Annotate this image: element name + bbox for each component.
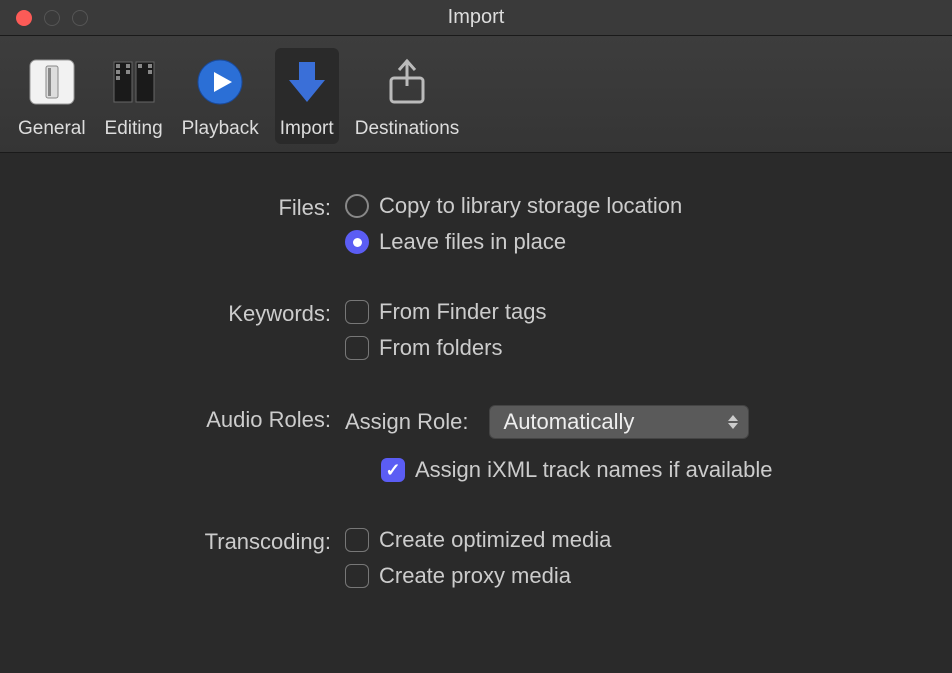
tab-playback[interactable]: Playback	[180, 48, 261, 144]
proxy-media-option[interactable]: Create proxy media	[345, 563, 932, 589]
files-label: Files:	[20, 193, 345, 221]
assign-role-select[interactable]: Automatically	[489, 405, 749, 439]
close-window-button[interactable]	[16, 10, 32, 26]
assign-role-label: Assign Role:	[345, 409, 469, 435]
playback-icon	[190, 52, 250, 112]
keywords-row: Keywords: From Finder tags From folders	[20, 299, 932, 361]
tab-label: General	[18, 118, 86, 140]
transcoding-label: Transcoding:	[20, 527, 345, 555]
assign-role-row: Assign Role: Automatically	[345, 405, 932, 439]
tab-import[interactable]: Import	[275, 48, 339, 144]
minimize-window-button[interactable]	[44, 10, 60, 26]
optimized-media-option[interactable]: Create optimized media	[345, 527, 932, 553]
tab-destinations[interactable]: Destinations	[353, 48, 462, 144]
checkbox-label: Assign iXML track names if available	[415, 457, 772, 483]
toolbar: General Editing	[0, 36, 952, 153]
files-row: Files: Copy to library storage location …	[20, 193, 932, 255]
select-value: Automatically	[504, 409, 635, 435]
destinations-icon	[377, 52, 437, 112]
window-title: Import	[0, 6, 952, 29]
tab-label: Destinations	[355, 118, 460, 140]
audio-roles-row: Audio Roles: Assign Role: Automatically …	[20, 405, 932, 483]
checkbox-icon	[345, 336, 369, 360]
titlebar: Import	[0, 0, 952, 36]
editing-icon	[104, 52, 164, 112]
updown-icon	[728, 415, 738, 429]
zoom-window-button[interactable]	[72, 10, 88, 26]
files-leave-option[interactable]: Leave files in place	[345, 229, 932, 255]
preferences-content: Files: Copy to library storage location …	[0, 153, 952, 673]
files-copy-option[interactable]: Copy to library storage location	[345, 193, 932, 219]
assign-ixml-option[interactable]: Assign iXML track names if available	[381, 457, 932, 483]
import-icon	[277, 52, 337, 112]
tab-general[interactable]: General	[16, 48, 88, 144]
checkbox-label: Create optimized media	[379, 527, 611, 553]
radio-icon	[345, 194, 369, 218]
radio-label: Leave files in place	[379, 229, 566, 255]
keywords-label: Keywords:	[20, 299, 345, 327]
transcoding-row: Transcoding: Create optimized media Crea…	[20, 527, 932, 589]
tab-label: Playback	[182, 118, 259, 140]
checkbox-label: From Finder tags	[379, 299, 547, 325]
traffic-lights	[0, 10, 88, 26]
checkbox-label: From folders	[379, 335, 502, 361]
checkbox-icon	[345, 528, 369, 552]
audio-roles-label: Audio Roles:	[20, 405, 345, 433]
checkbox-label: Create proxy media	[379, 563, 571, 589]
tab-label: Import	[280, 118, 334, 140]
checkbox-icon	[345, 300, 369, 324]
tab-editing[interactable]: Editing	[102, 48, 166, 144]
keywords-finder-option[interactable]: From Finder tags	[345, 299, 932, 325]
tab-label: Editing	[105, 118, 163, 140]
radio-icon	[345, 230, 369, 254]
checkbox-icon	[345, 564, 369, 588]
radio-label: Copy to library storage location	[379, 193, 682, 219]
keywords-folders-option[interactable]: From folders	[345, 335, 932, 361]
checkbox-icon	[381, 458, 405, 482]
general-icon	[22, 52, 82, 112]
